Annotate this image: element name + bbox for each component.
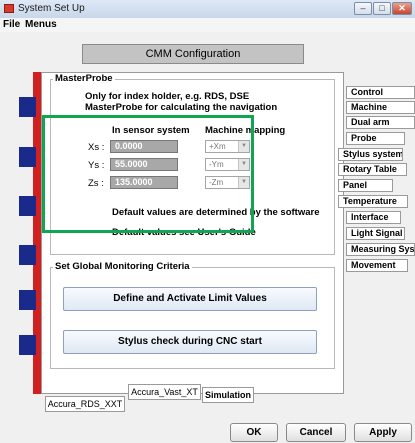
tab-rotary-table[interactable]: Rotary Table [338,163,407,176]
tab-marker [19,196,36,216]
close-button[interactable]: ✕ [392,2,412,15]
info-line-2: MasterProbe for calculating the navigati… [85,102,278,113]
tab-light-signal[interactable]: Light Signal [346,227,405,240]
tab-accura-vast-xt[interactable]: Accura_Vast_XT [128,384,201,400]
page-title: CMM Configuration [82,44,304,64]
tab-probe[interactable]: Probe [346,132,405,145]
masterprobe-label: MasterProbe [53,73,115,84]
tab-marker [19,97,36,117]
tab-simulation[interactable]: Simulation [202,387,254,403]
app-icon [4,4,14,13]
tab-panel[interactable]: Panel [338,179,393,192]
menu-file[interactable]: File [3,19,20,30]
tab-temperature[interactable]: Temperature [338,195,408,208]
define-limit-values-button[interactable]: Define and Activate Limit Values [63,287,317,311]
tab-marker [19,245,36,265]
monitoring-label: Set Global Monitoring Criteria [53,261,192,272]
cancel-button[interactable]: Cancel [286,423,346,442]
tab-movement[interactable]: Movement [346,259,408,272]
tab-interface[interactable]: Interface [346,211,401,224]
tab-accura-rds-xxt[interactable]: Accura_RDS_XXT [45,396,125,412]
tab-marker [19,147,36,167]
highlight-frame [42,115,254,233]
tab-dual-arm[interactable]: Dual arm [346,116,415,129]
tab-stylus-system[interactable]: Stylus system [338,148,403,161]
tab-measuring-sys[interactable]: Measuring Sys [346,243,415,256]
tab-control[interactable]: Control [346,86,415,99]
stylus-check-button[interactable]: Stylus check during CNC start [63,330,317,354]
tab-marker [19,335,36,355]
minimize-button[interactable]: – [354,2,372,15]
info-line-1: Only for index holder, e.g. RDS, DSE [85,91,250,102]
apply-button[interactable]: Apply [354,423,412,442]
tab-marker [19,290,36,310]
tab-machine[interactable]: Machine [346,101,415,114]
maximize-button[interactable]: □ [373,2,391,15]
ok-button[interactable]: OK [230,423,278,442]
menu-menus[interactable]: Menus [25,19,57,30]
menu-bar [0,18,415,32]
window-title: System Set Up [18,3,85,14]
